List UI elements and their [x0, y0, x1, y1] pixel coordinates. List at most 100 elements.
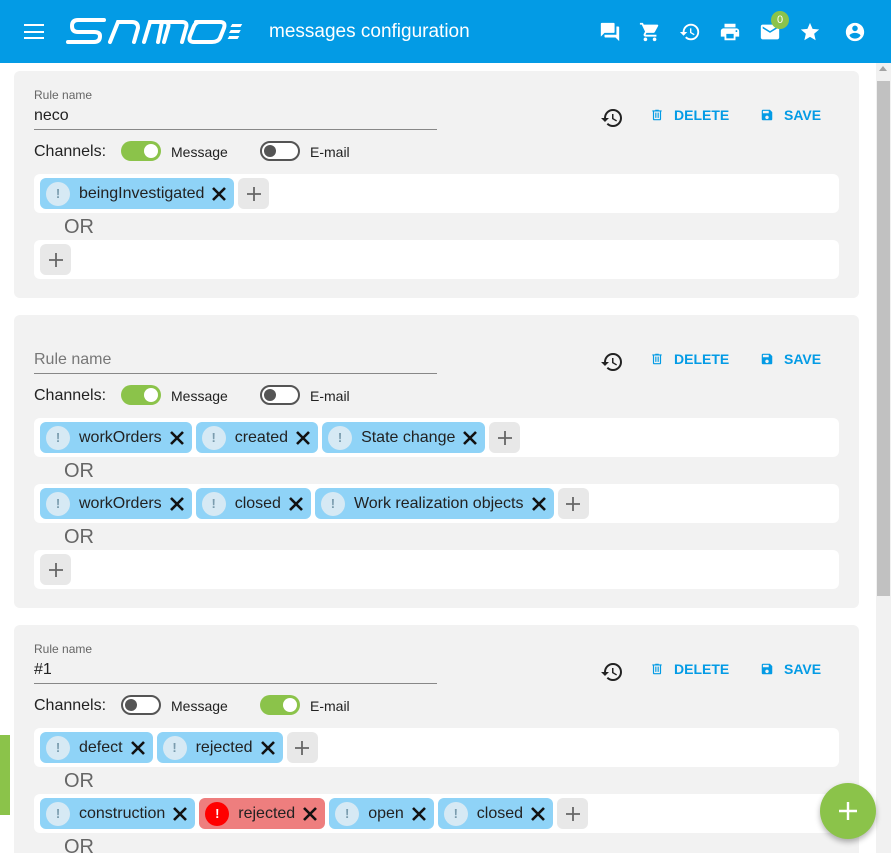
menu-icon[interactable] — [24, 24, 44, 39]
condition-group: ! workOrders ! created ! State change — [34, 418, 839, 457]
account-icon[interactable] — [842, 19, 868, 45]
remove-chip-icon[interactable] — [259, 739, 277, 757]
remove-chip-icon[interactable] — [301, 805, 319, 823]
exclamation-icon[interactable]: ! — [201, 491, 226, 516]
cart-icon[interactable] — [637, 19, 663, 45]
trash-icon — [652, 353, 662, 365]
add-condition-button[interactable] — [286, 732, 318, 763]
chip-label: State change — [361, 428, 456, 446]
remove-chip-icon[interactable] — [287, 495, 305, 513]
save-label: SAVE — [784, 107, 822, 123]
rule-history-icon[interactable] — [600, 106, 624, 130]
rule-history-icon[interactable] — [600, 350, 624, 374]
remove-chip-icon[interactable] — [461, 429, 479, 447]
delete-button[interactable]: DELETE — [650, 103, 729, 127]
page-title: messages configuration — [269, 21, 470, 42]
exclamation-icon[interactable]: ! — [443, 801, 468, 826]
add-condition-button[interactable] — [557, 488, 589, 519]
history-icon[interactable] — [677, 19, 703, 45]
or-separator: OR — [64, 526, 94, 548]
exclamation-icon[interactable]: ! — [46, 735, 70, 760]
star-icon[interactable] — [797, 19, 823, 45]
exclamation-icon[interactable]: ! — [335, 801, 360, 826]
channels-label: Channels: — [34, 143, 107, 160]
remove-chip-icon[interactable] — [129, 739, 147, 757]
condition-chip[interactable]: ! State change — [322, 422, 486, 453]
add-condition-button[interactable] — [489, 422, 521, 453]
condition-chip[interactable]: ! defect — [40, 732, 153, 763]
or-separator: OR — [64, 836, 94, 853]
condition-chip[interactable]: ! open — [329, 798, 434, 829]
remove-chip-icon[interactable] — [410, 805, 428, 823]
delete-button[interactable]: DELETE — [650, 657, 729, 681]
message-toggle[interactable] — [121, 695, 161, 715]
rule-history-icon[interactable] — [600, 660, 624, 684]
delete-label: DELETE — [674, 351, 730, 367]
exclamation-icon[interactable]: ! — [162, 735, 187, 760]
or-separator: OR — [64, 770, 94, 792]
side-panel-tab[interactable] — [0, 735, 10, 815]
condition-chip[interactable]: ! workOrders — [40, 488, 192, 519]
condition-chip[interactable]: ! construction — [40, 798, 196, 829]
save-label: SAVE — [784, 661, 822, 677]
add-condition-button[interactable] — [238, 178, 270, 209]
exclamation-icon[interactable]: ! — [328, 425, 353, 450]
condition-chip[interactable]: ! closed — [437, 798, 554, 829]
condition-chip[interactable]: ! rejected — [156, 732, 283, 763]
channels-label: Channels: — [34, 387, 107, 404]
exclamation-icon[interactable]: ! — [205, 801, 230, 826]
exclamation-icon[interactable]: ! — [46, 801, 70, 826]
remove-chip-icon[interactable] — [168, 429, 186, 447]
exclamation-icon[interactable]: ! — [201, 425, 226, 450]
condition-chip[interactable]: ! beingInvestigated — [40, 178, 235, 209]
email-toggle-label: E-mail — [310, 388, 350, 404]
chip-label: workOrders — [79, 494, 162, 512]
app-header: messages configuration 0 — [0, 0, 891, 63]
print-icon[interactable] — [717, 19, 743, 45]
exclamation-icon[interactable]: ! — [46, 425, 70, 450]
remove-chip-icon[interactable] — [530, 495, 548, 513]
chip-label: construction — [79, 804, 166, 822]
scrollbar-thumb[interactable] — [877, 81, 890, 596]
condition-chip[interactable]: ! workOrders — [40, 422, 192, 453]
scroll-up-arrow[interactable] — [879, 66, 887, 71]
remove-chip-icon[interactable] — [168, 495, 186, 513]
save-button[interactable]: SAVE — [760, 103, 821, 127]
rule-name-input[interactable]: Rule name — [34, 348, 437, 374]
message-toggle[interactable] — [121, 385, 161, 405]
remove-chip-icon[interactable] — [171, 805, 189, 823]
email-toggle[interactable] — [260, 385, 300, 405]
add-condition-button[interactable] — [557, 798, 589, 829]
remove-chip-icon[interactable] — [529, 805, 547, 823]
chip-label: defect — [79, 738, 123, 756]
chat-icon[interactable] — [597, 19, 623, 45]
rule-name-input[interactable]: neco — [34, 104, 437, 130]
email-toggle[interactable] — [260, 141, 300, 161]
exclamation-icon[interactable]: ! — [320, 491, 345, 516]
add-condition-button[interactable] — [40, 554, 71, 585]
add-rule-button[interactable] — [820, 783, 876, 839]
message-toggle-label: Message — [171, 698, 228, 714]
delete-button[interactable]: DELETE — [650, 347, 729, 371]
exclamation-icon[interactable]: ! — [46, 491, 70, 516]
condition-chip-error[interactable]: ! rejected — [199, 798, 326, 829]
channels-label: Channels: — [34, 697, 107, 714]
remove-chip-icon[interactable] — [294, 429, 312, 447]
save-label: SAVE — [784, 351, 822, 367]
condition-group: ! workOrders ! closed ! Work realization… — [34, 484, 839, 523]
chip-label: beingInvestigated — [79, 184, 205, 202]
condition-chip[interactable]: ! Work realization objects — [314, 488, 554, 519]
exclamation-icon[interactable]: ! — [46, 181, 70, 206]
save-button[interactable]: SAVE — [760, 347, 821, 371]
add-condition-button[interactable] — [40, 244, 71, 275]
condition-chip[interactable]: ! closed — [195, 488, 311, 519]
floppy-icon — [761, 353, 773, 365]
message-toggle[interactable] — [121, 141, 161, 161]
save-button[interactable]: SAVE — [760, 657, 821, 681]
rule-name-input[interactable]: #1 — [34, 658, 437, 684]
email-toggle-label: E-mail — [310, 698, 350, 714]
condition-chip[interactable]: ! created — [195, 422, 319, 453]
rule-card: Rule name neco DELETE SAVE Channels: Mes… — [14, 71, 859, 298]
email-toggle[interactable] — [260, 695, 300, 715]
remove-chip-icon[interactable] — [210, 185, 228, 203]
